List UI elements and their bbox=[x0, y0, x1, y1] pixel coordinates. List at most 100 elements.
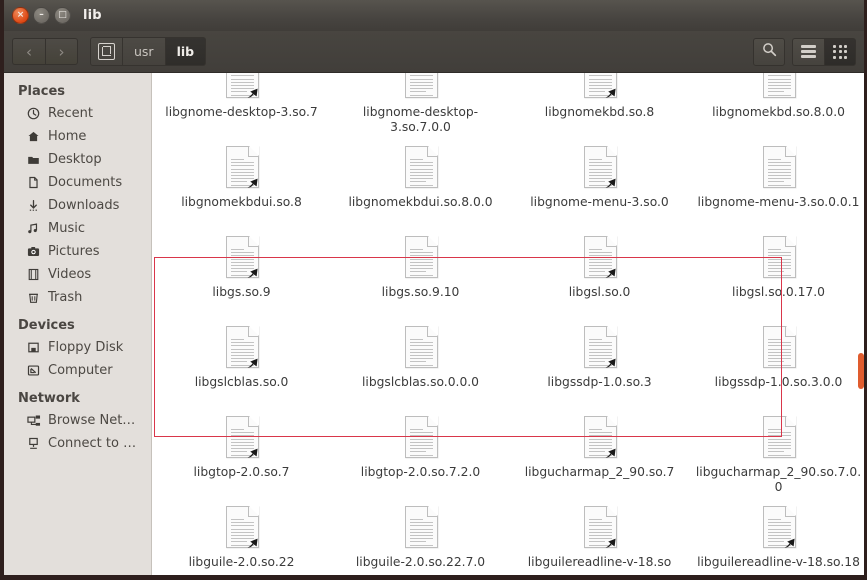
window-body: Places Recent Home Desktop Documents Dow… bbox=[4, 73, 864, 575]
file-item[interactable]: libgnomekbdui.so.8.0.0 bbox=[331, 137, 510, 227]
home-icon bbox=[26, 129, 41, 144]
chevron-left-icon: ‹ bbox=[26, 42, 32, 61]
file-item[interactable]: libgssdp-1.0.so.3.0.0 bbox=[689, 317, 864, 407]
file-item[interactable]: libgnome-desktop-3.so.7 bbox=[152, 73, 331, 137]
file-name-label: libgsl.so.0 bbox=[568, 285, 631, 299]
symlink-file-icon bbox=[579, 414, 621, 462]
back-button[interactable]: ‹ bbox=[12, 38, 45, 65]
symlink-arrow-icon bbox=[604, 85, 619, 99]
file-item[interactable]: libgnome-menu-3.so.0.0.1 bbox=[689, 137, 864, 227]
desktop-icon bbox=[26, 152, 41, 167]
sidebar-item-documents[interactable]: Documents bbox=[4, 171, 151, 194]
file-item[interactable]: libgucharmap_2_90.so.7.0.0 bbox=[689, 407, 864, 497]
breadcrumb: usr lib bbox=[90, 37, 207, 66]
symlink-arrow-icon bbox=[246, 265, 261, 279]
file-name-label: libgnomekbd.so.8 bbox=[544, 105, 655, 119]
file-item[interactable]: libgucharmap_2_90.so.7 bbox=[510, 407, 689, 497]
file-name-label: libgnome-desktop-3.so.7.0.0 bbox=[362, 105, 479, 134]
file-item[interactable]: libgs.so.9.10 bbox=[331, 227, 510, 317]
sidebar-item-home[interactable]: Home bbox=[4, 125, 151, 148]
title-bar: × – □ lib bbox=[4, 0, 864, 31]
file-icon bbox=[400, 144, 442, 192]
connect-icon bbox=[26, 436, 41, 451]
file-item[interactable]: libgs.so.9 bbox=[152, 227, 331, 317]
sidebar-item-videos[interactable]: Videos bbox=[4, 263, 151, 286]
search-button[interactable] bbox=[753, 37, 785, 66]
file-item[interactable]: libguile-2.0.so.22 bbox=[152, 497, 331, 575]
file-name-label: libgucharmap_2_90.so.7 bbox=[524, 465, 675, 479]
sidebar-item-label: Computer bbox=[48, 363, 113, 378]
minimize-button[interactable]: – bbox=[33, 7, 50, 24]
file-name-label: libgslcblas.so.0.0.0 bbox=[361, 375, 479, 389]
symlink-arrow-icon bbox=[604, 265, 619, 279]
file-item[interactable]: libgnomekbd.so.8.0.0 bbox=[689, 73, 864, 137]
sidebar-item-trash[interactable]: Trash bbox=[4, 286, 151, 309]
sidebar-item-downloads[interactable]: Downloads bbox=[4, 194, 151, 217]
file-item[interactable]: libgnome-menu-3.so.0 bbox=[510, 137, 689, 227]
file-item[interactable]: libguilereadline-v-18.so.18 bbox=[689, 497, 864, 575]
symlink-file-icon bbox=[579, 234, 621, 282]
file-item[interactable]: libgtop-2.0.so.7.2.0 bbox=[331, 407, 510, 497]
file-list-view[interactable]: libgnome-desktop-3.so.7 libgnome-desktop-… bbox=[152, 73, 864, 575]
symlink-file-icon bbox=[579, 144, 621, 192]
symlink-arrow-icon bbox=[604, 355, 619, 369]
file-item[interactable]: libgnomekbdui.so.8 bbox=[152, 137, 331, 227]
file-name-label: libgtop-2.0.so.7.2.0 bbox=[360, 465, 481, 479]
sidebar-section-places-title: Places bbox=[18, 84, 66, 99]
sidebar-item-browse-network[interactable]: Browse Net… bbox=[4, 409, 151, 432]
file-item[interactable]: libgslcblas.so.0.0.0 bbox=[331, 317, 510, 407]
vertical-scrollbar[interactable] bbox=[858, 353, 864, 389]
close-button[interactable]: × bbox=[12, 7, 29, 24]
file-name-label: libgs.so.9.10 bbox=[381, 285, 460, 299]
sidebar-item-floppy-disk[interactable]: Floppy Disk bbox=[4, 336, 151, 359]
file-icon bbox=[758, 73, 800, 102]
file-item[interactable]: libgnome-desktop-3.so.7.0.0 bbox=[331, 73, 510, 137]
file-icon bbox=[758, 144, 800, 192]
document-icon bbox=[26, 175, 41, 190]
file-icon bbox=[400, 324, 442, 372]
sidebar-item-desktop[interactable]: Desktop bbox=[4, 148, 151, 171]
file-item[interactable]: libgnomekbd.so.8 bbox=[510, 73, 689, 137]
forward-button[interactable]: › bbox=[45, 38, 78, 65]
symlink-arrow-icon bbox=[246, 355, 261, 369]
sidebar-item-pictures[interactable]: Pictures bbox=[4, 240, 151, 263]
sidebar-item-label: Connect to … bbox=[48, 436, 137, 451]
clock-icon bbox=[26, 106, 41, 121]
list-view-button[interactable] bbox=[792, 37, 824, 66]
symlink-file-icon bbox=[758, 504, 800, 552]
file-icon bbox=[400, 234, 442, 282]
symlink-arrow-icon bbox=[783, 535, 798, 549]
sidebar-item-recent[interactable]: Recent bbox=[4, 102, 151, 125]
file-manager-window: × – □ lib ‹ › usr lib Places Recent Home… bbox=[0, 0, 867, 580]
file-item[interactable]: libgslcblas.so.0 bbox=[152, 317, 331, 407]
window-title: lib bbox=[83, 8, 102, 23]
sidebar-item-connect-to-server[interactable]: Connect to … bbox=[4, 432, 151, 455]
sidebar-item-music[interactable]: Music bbox=[4, 217, 151, 240]
file-item[interactable]: libgsl.so.0.17.0 bbox=[689, 227, 864, 317]
maximize-button[interactable]: □ bbox=[54, 7, 71, 24]
file-item[interactable]: libgsl.so.0 bbox=[510, 227, 689, 317]
symlink-file-icon bbox=[221, 144, 263, 192]
window-controls: × – □ bbox=[12, 7, 71, 24]
file-name-label: libgnome-menu-3.so.0 bbox=[530, 195, 669, 209]
file-name-label: libgtop-2.0.so.7 bbox=[193, 465, 290, 479]
symlink-arrow-icon bbox=[604, 535, 619, 549]
breadcrumb-item-computer[interactable] bbox=[90, 37, 123, 66]
symlink-file-icon bbox=[579, 73, 621, 102]
file-item[interactable]: libguilereadline-v-18.so bbox=[510, 497, 689, 575]
toolbar: ‹ › usr lib bbox=[4, 31, 864, 73]
breadcrumb-item-usr[interactable]: usr bbox=[123, 37, 166, 66]
sidebar-item-computer[interactable]: Computer bbox=[4, 359, 151, 382]
sidebar-item-label: Desktop bbox=[48, 152, 102, 167]
computer-icon bbox=[98, 43, 115, 60]
chevron-right-icon: › bbox=[58, 42, 65, 61]
symlink-file-icon bbox=[221, 324, 263, 372]
file-item[interactable]: libgtop-2.0.so.7 bbox=[152, 407, 331, 497]
file-item[interactable]: libgssdp-1.0.so.3 bbox=[510, 317, 689, 407]
breadcrumb-item-lib[interactable]: lib bbox=[165, 37, 207, 66]
symlink-file-icon bbox=[579, 324, 621, 372]
file-icon bbox=[400, 414, 442, 462]
file-item[interactable]: libguile-2.0.so.22.7.0 bbox=[331, 497, 510, 575]
icon-view-button[interactable] bbox=[824, 37, 856, 66]
sidebar-item-label: Recent bbox=[48, 106, 93, 121]
